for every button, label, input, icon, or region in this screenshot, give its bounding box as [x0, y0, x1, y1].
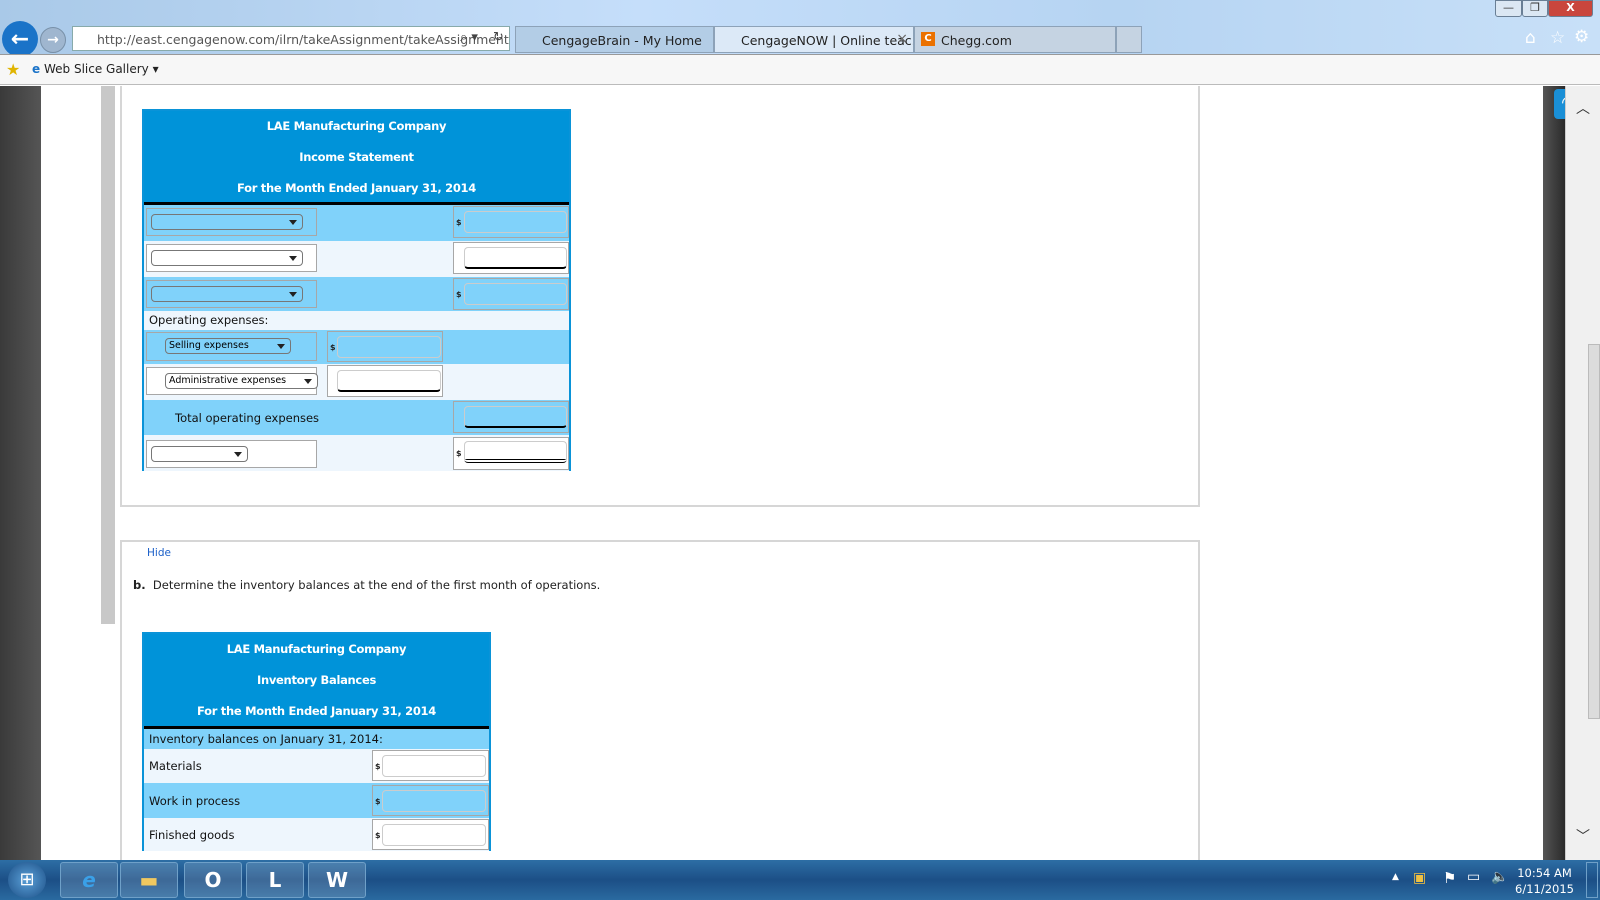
restore-button[interactable]: ❐: [1522, 0, 1548, 17]
income-row-3: $: [144, 277, 569, 311]
company-name: LAE Manufacturing Company: [226, 642, 407, 656]
total-operating-expenses-label: Total operating expenses: [175, 411, 320, 425]
network-icon[interactable]: ▭: [1467, 869, 1480, 885]
administrative-expenses-dropdown[interactable]: Administrative expenses: [165, 373, 318, 389]
taskbar-word[interactable]: W: [308, 862, 366, 898]
income-statement-header: LAE Manufacturing Company Income Stateme…: [144, 111, 569, 205]
selling-expenses-dropdown[interactable]: Selling expenses: [165, 338, 291, 354]
inventory-section-row: Inventory balances on January 31, 2014:: [144, 729, 489, 749]
add-favorites-icon[interactable]: ★: [6, 60, 20, 79]
scroll-down-arrow[interactable]: ﹀: [1576, 826, 1590, 846]
favorites-bar: ★ e Web Slice Gallery ▾: [0, 54, 1600, 85]
page-left-margin: [0, 86, 41, 860]
inventory-period: For the Month Ended January 31, 2014: [197, 704, 436, 718]
start-button[interactable]: ⊞: [8, 862, 46, 898]
show-hidden-icons[interactable]: ▲: [1392, 872, 1399, 882]
operating-expenses-label: Operating expenses:: [149, 313, 269, 327]
forward-button[interactable]: →: [40, 27, 66, 53]
materials-input[interactable]: [382, 755, 486, 777]
amount-input[interactable]: [464, 247, 567, 269]
browser-chrome: ← → http://east.cengagenow.com/ilrn/take…: [0, 0, 1600, 57]
income-row-final: $: [144, 435, 569, 471]
inventory-balances-table: LAE Manufacturing Company Inventory Bala…: [142, 632, 491, 851]
search-icon[interactable]: ⌕ ▾: [460, 30, 478, 45]
gear-icon[interactable]: ⚙: [1574, 27, 1589, 47]
part-b-question: b. Determine the inventory balances at t…: [133, 578, 601, 592]
chegg-icon: C: [921, 32, 935, 46]
account-dropdown[interactable]: [151, 446, 248, 462]
operating-expenses-row: Operating expenses:: [144, 311, 569, 330]
work-in-process-input[interactable]: [382, 790, 486, 812]
account-dropdown[interactable]: [151, 214, 303, 230]
amount-input[interactable]: [464, 211, 567, 233]
web-slice-gallery-link[interactable]: e Web Slice Gallery ▾: [32, 62, 159, 76]
hide-link[interactable]: Hide: [147, 547, 171, 559]
minimize-button[interactable]: —: [1495, 0, 1522, 17]
account-dropdown[interactable]: [151, 286, 303, 302]
tab-cengagenow[interactable]: CengageNOW | Online teac... ×: [714, 26, 914, 53]
tab-close-icon[interactable]: ×: [896, 31, 908, 47]
total-operating-expenses-input[interactable]: [464, 406, 567, 428]
inventory-title: Inventory Balances: [257, 673, 376, 687]
refresh-icon[interactable]: ↻: [493, 30, 504, 45]
new-tab-button[interactable]: [1116, 26, 1142, 53]
taskbar-file-explorer[interactable]: ▬: [120, 862, 178, 898]
company-name: LAE Manufacturing Company: [266, 119, 447, 133]
inventory-row-materials: Materials $: [144, 749, 489, 783]
system-clock[interactable]: 10:54 AM 6/11/2015: [1515, 865, 1574, 897]
income-row-2: [144, 241, 569, 277]
selling-expenses-row: Selling expenses $: [144, 330, 569, 364]
vertical-scrollbar[interactable]: ︿ ﹀: [1565, 86, 1600, 860]
taskbar-internet-explorer[interactable]: e: [60, 862, 118, 898]
amount-input[interactable]: [464, 283, 567, 305]
statement-period: For the Month Ended January 31, 2014: [237, 181, 476, 195]
inventory-row-work-in-process: Work in process $: [144, 783, 489, 818]
address-bar[interactable]: http://east.cengagenow.com/ilrn/takeAssi…: [72, 26, 510, 51]
inventory-row-finished-goods: Finished goods $: [144, 818, 489, 851]
ie-icon: e: [32, 62, 41, 76]
administrative-expenses-row: Administrative expenses: [144, 364, 569, 400]
show-desktop-button[interactable]: [1586, 862, 1598, 898]
favorites-star-icon[interactable]: ☆: [1550, 28, 1565, 48]
taskbar-outlook[interactable]: O: [184, 862, 242, 898]
finished-goods-input[interactable]: [382, 824, 486, 846]
statement-title: Income Statement: [299, 150, 414, 164]
action-center-flag-icon[interactable]: ⚑: [1443, 869, 1456, 887]
tray-app-icon[interactable]: ▣: [1413, 870, 1426, 886]
scroll-thumb[interactable]: [1588, 344, 1600, 719]
income-row-1: $: [144, 205, 569, 241]
close-button[interactable]: X: [1548, 0, 1593, 17]
volume-icon[interactable]: 🔈: [1491, 869, 1508, 885]
administrative-expenses-input[interactable]: [337, 370, 441, 392]
back-button[interactable]: ←: [2, 21, 38, 57]
inventory-header: LAE Manufacturing Company Inventory Bala…: [144, 634, 489, 729]
left-panel-strip: [101, 86, 115, 624]
income-statement-table: LAE Manufacturing Company Income Stateme…: [142, 109, 571, 471]
page-right-margin: [1543, 86, 1565, 860]
net-income-input[interactable]: [464, 441, 567, 463]
account-dropdown[interactable]: [151, 250, 303, 266]
scroll-up-arrow[interactable]: ︿: [1576, 98, 1590, 118]
selling-expenses-input[interactable]: [337, 336, 441, 358]
tab-chegg[interactable]: C Chegg.com: [914, 26, 1116, 53]
home-icon[interactable]: ⌂: [1525, 28, 1536, 48]
windows-taskbar: ⊞ e ▬ O L W ▲ ▣ ⚑ ▭ 🔈 10:54 AM 6/11/2015: [0, 860, 1600, 900]
tab-cengagebrain[interactable]: CengageBrain - My Home: [515, 26, 714, 53]
taskbar-lync[interactable]: L: [246, 862, 304, 898]
total-operating-expenses-row: Total operating expenses: [144, 400, 569, 435]
